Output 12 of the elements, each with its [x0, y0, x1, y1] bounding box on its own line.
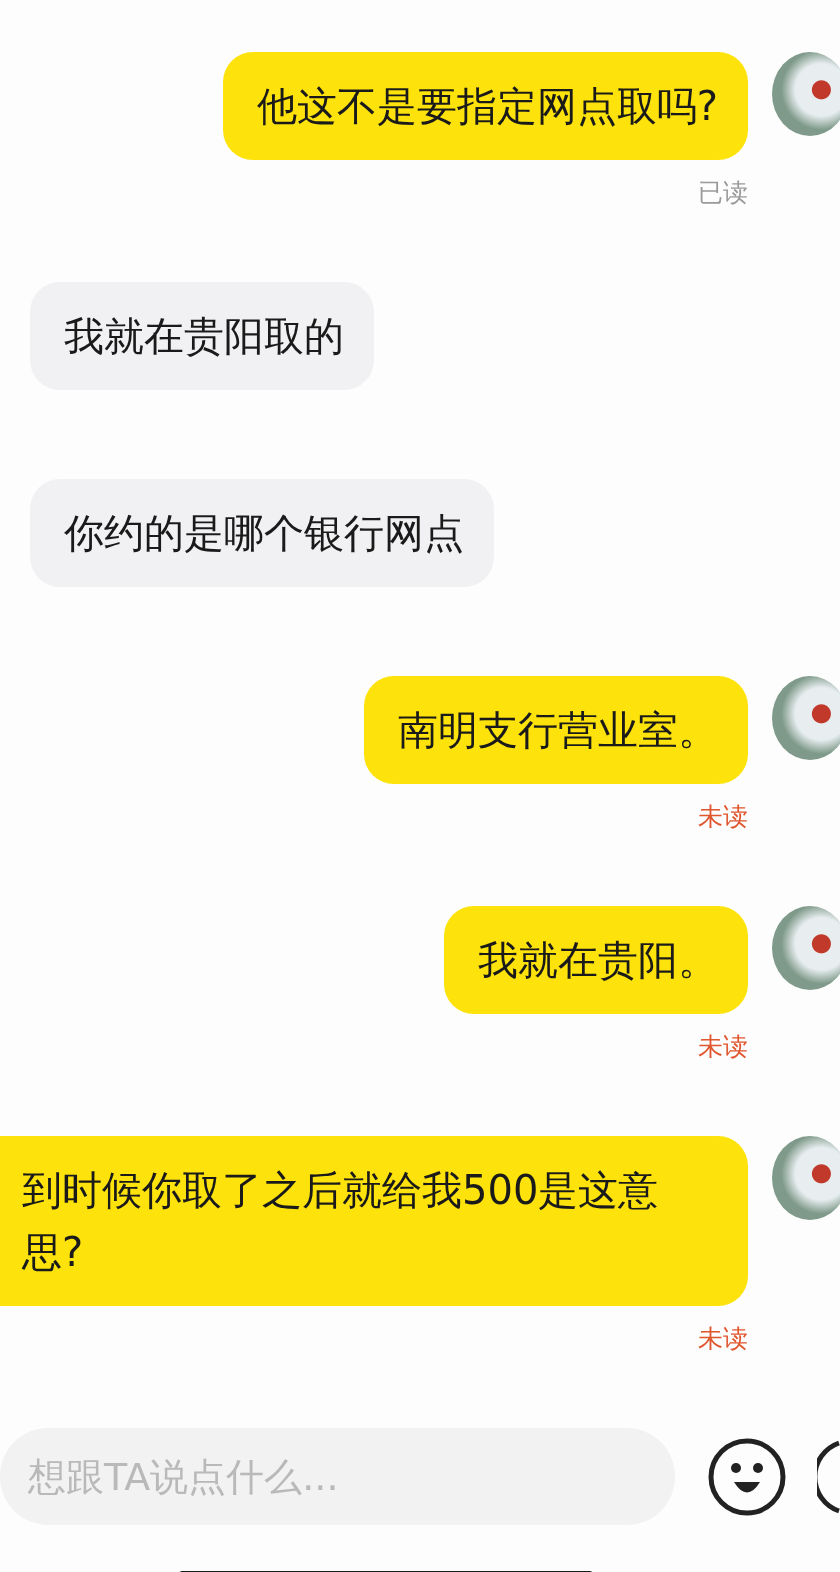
message-bubble: 南明支行营业室。	[364, 676, 748, 784]
message-input-field[interactable]: 想跟TA说点什么...	[0, 1428, 675, 1525]
message-bubble: 你约的是哪个银行网点	[30, 479, 494, 587]
read-status: 未读	[698, 1324, 748, 1354]
emoji-icon[interactable]	[707, 1436, 787, 1517]
read-status: 已读	[698, 178, 748, 208]
message-bubble: 他这不是要指定网点取吗?	[222, 52, 748, 160]
read-status: 未读	[698, 802, 748, 832]
message-bubble: 到时候你取了之后就给我500是这意思?	[0, 1136, 748, 1306]
read-status: 未读	[698, 1032, 748, 1062]
message-bubble: 我就在贵阳取的	[30, 282, 374, 390]
message-bubble: 我就在贵阳。	[444, 906, 748, 1014]
